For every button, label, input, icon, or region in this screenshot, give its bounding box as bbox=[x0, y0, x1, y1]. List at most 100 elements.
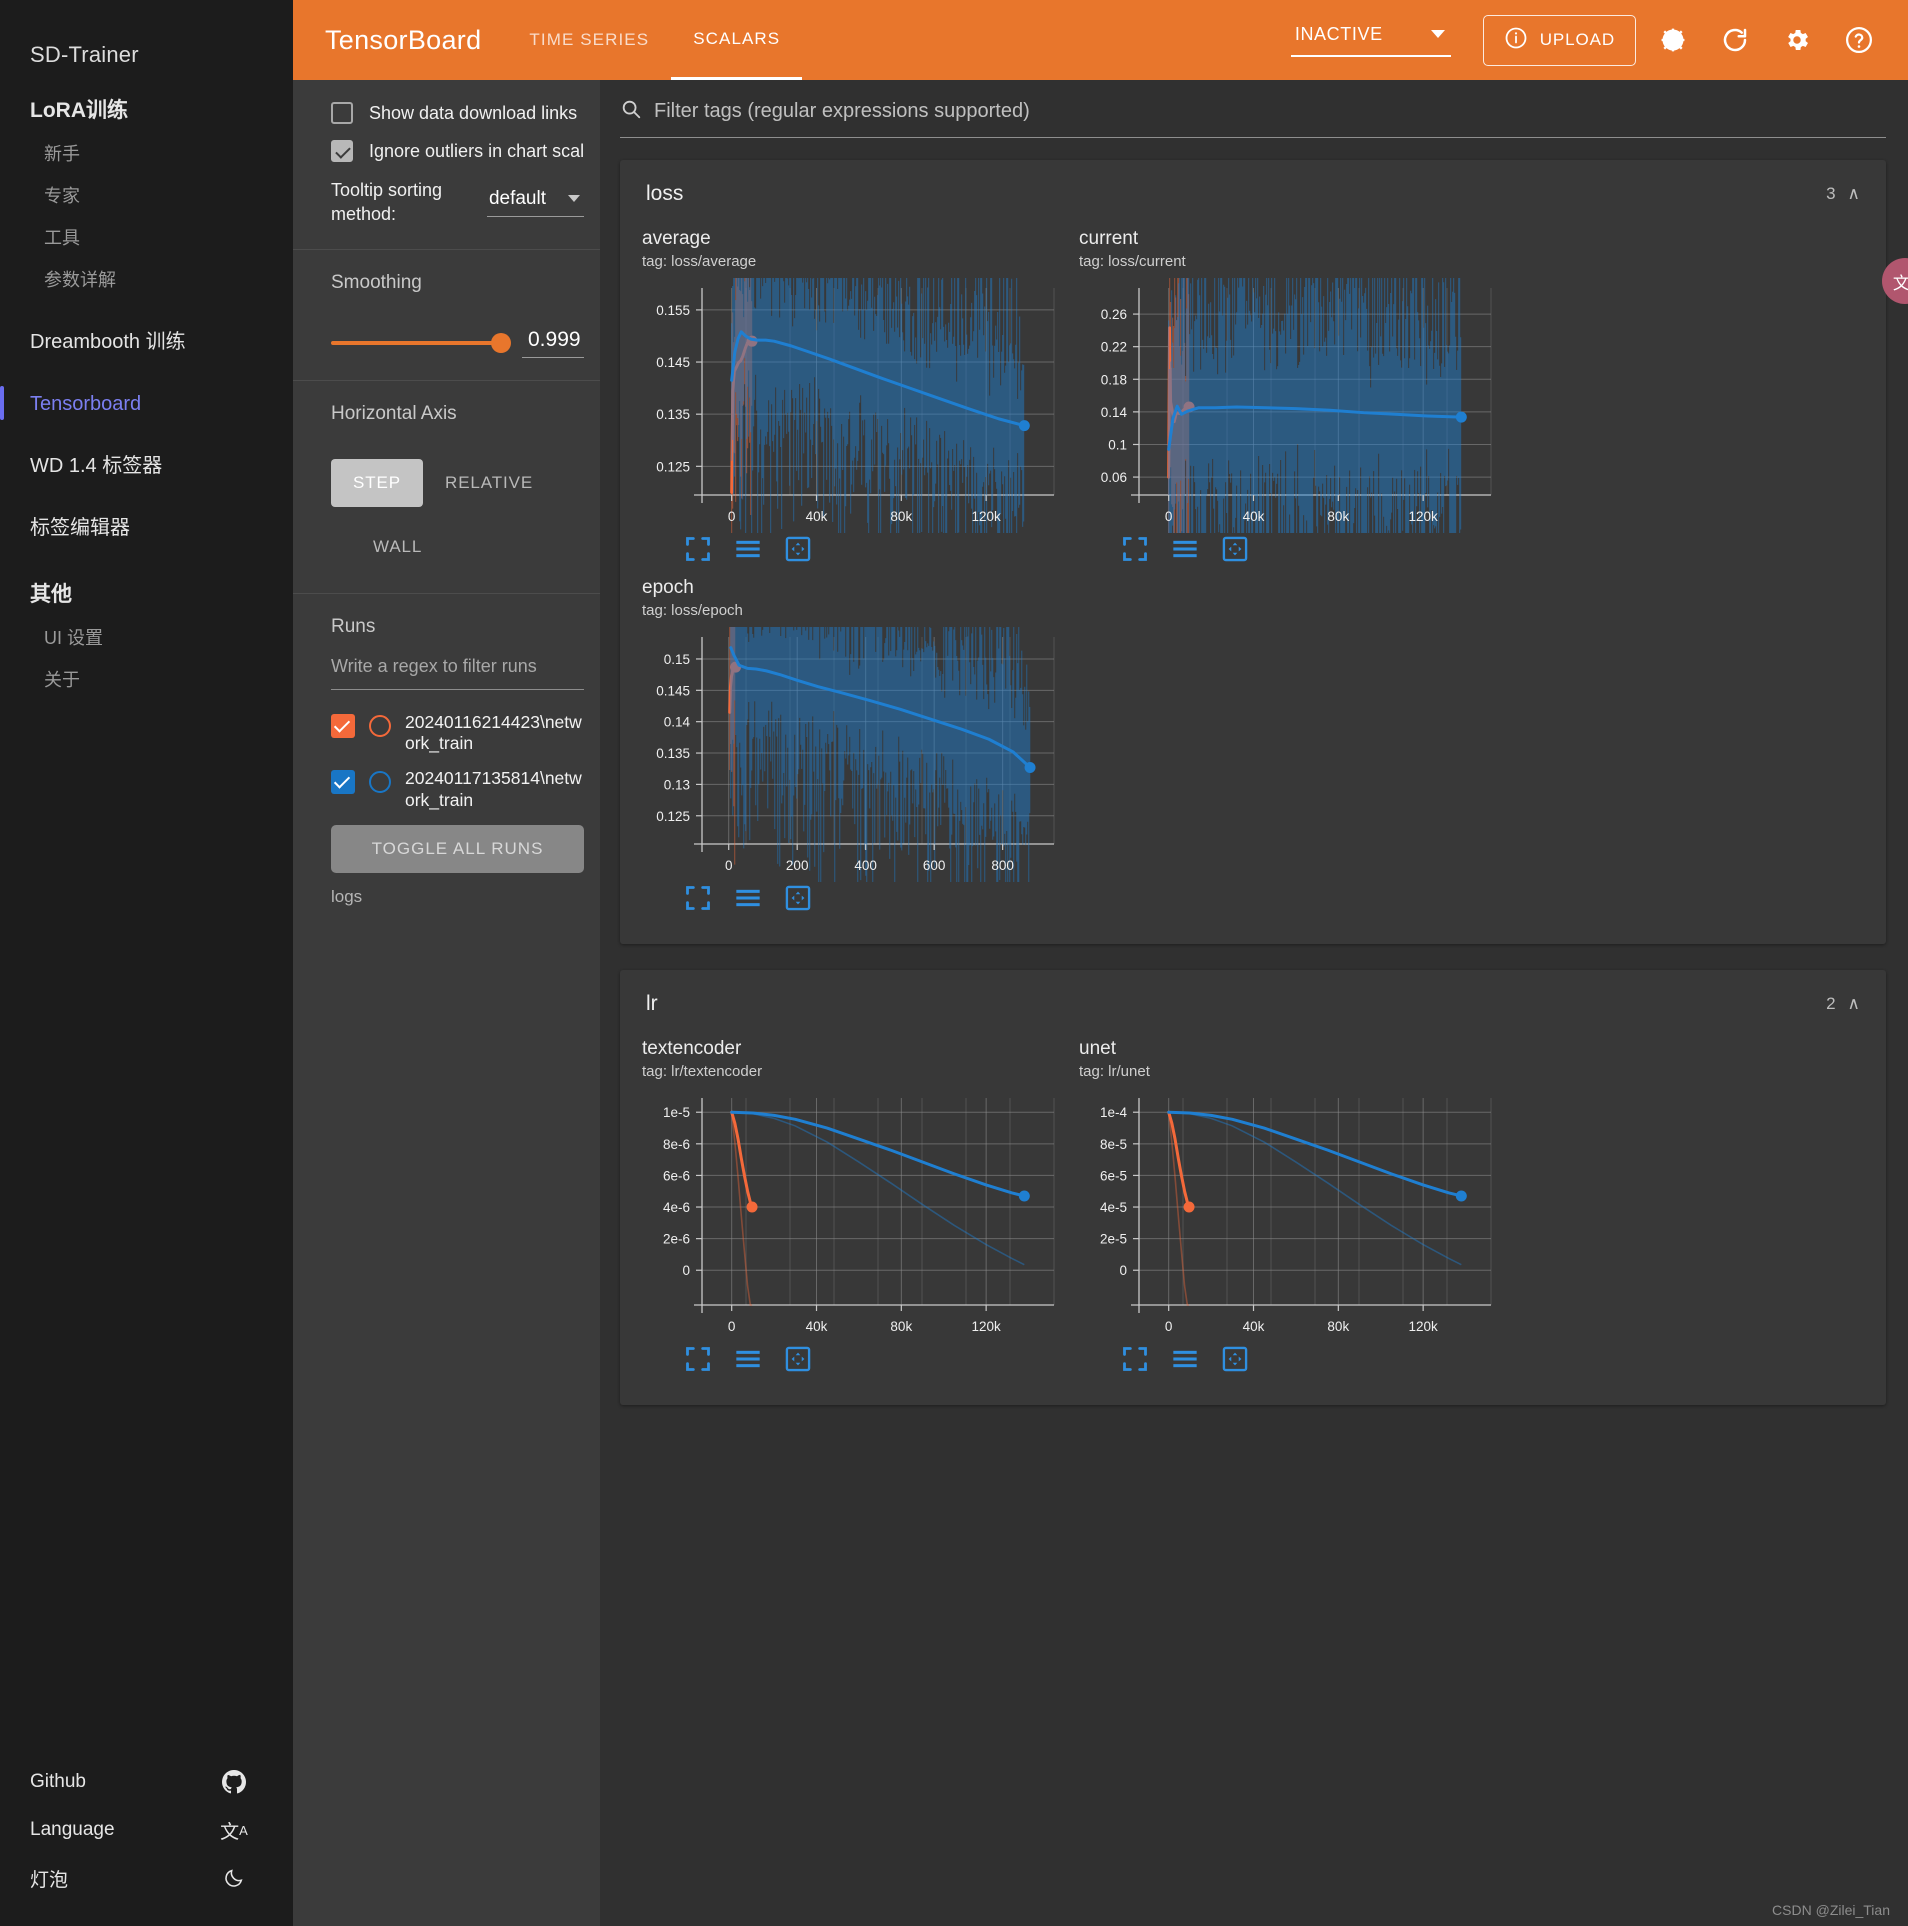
sidebar-group-lora: LoRA训练 bbox=[30, 99, 128, 122]
data-series-icon[interactable] bbox=[734, 1345, 762, 1373]
run-status-dropdown[interactable]: INACTIVE bbox=[1290, 23, 1451, 57]
help-icon[interactable] bbox=[1834, 15, 1884, 65]
show-download-links-row[interactable]: Show data download links bbox=[331, 102, 584, 124]
tab-time-series[interactable]: TIME SERIES bbox=[507, 0, 671, 80]
card-loss-title: loss bbox=[646, 182, 684, 205]
svg-text:80k: 80k bbox=[1327, 1319, 1349, 1334]
card-loss-meta: 3 ∧ bbox=[1826, 184, 1860, 204]
sidebar-item-ui-settings[interactable]: UI 设置 bbox=[0, 608, 293, 650]
card-loss-header[interactable]: loss 3 ∧ bbox=[620, 160, 1886, 228]
run-checkbox-1[interactable] bbox=[331, 770, 355, 795]
upload-button[interactable]: UPLOAD bbox=[1482, 14, 1636, 66]
axis-option-step[interactable]: STEP bbox=[331, 458, 424, 507]
svg-text:0.15: 0.15 bbox=[664, 652, 690, 667]
sidebar-group-other: 其他 bbox=[30, 583, 72, 606]
svg-text:600: 600 bbox=[923, 858, 946, 873]
svg-text:0: 0 bbox=[682, 1263, 690, 1278]
ignore-outliers-row[interactable]: Ignore outliers in chart scali bbox=[331, 140, 584, 162]
sidebar-item-about[interactable]: 关于 bbox=[0, 650, 293, 692]
run-color-dot-1[interactable] bbox=[369, 771, 391, 794]
sidebar-item-beginner[interactable]: 新手 bbox=[0, 124, 293, 166]
sidebar-item-github[interactable]: Github bbox=[0, 1758, 293, 1806]
tag-filter-input[interactable]: Filter tags (regular expressions support… bbox=[654, 100, 1030, 123]
svg-text:40k: 40k bbox=[1243, 1319, 1265, 1334]
sidebar-item-language[interactable]: Language 文A bbox=[0, 1806, 293, 1854]
sidebar-item-wd-tagger[interactable]: WD 1.4 标签器 bbox=[0, 454, 293, 478]
plot-canvas[interactable]: 0 2e-6 4e-6 6e-6 8e-6 1e-5 0 40k 80k 120k bbox=[642, 1088, 1062, 1343]
data-series-icon[interactable] bbox=[734, 535, 762, 563]
svg-text:0.155: 0.155 bbox=[656, 303, 690, 318]
ignore-outliers-checkbox[interactable] bbox=[331, 140, 353, 162]
expand-icon[interactable] bbox=[1121, 1345, 1149, 1373]
plot-toolbar bbox=[642, 1345, 1079, 1373]
svg-text:120k: 120k bbox=[972, 1319, 1002, 1334]
moon-icon bbox=[221, 1865, 247, 1891]
svg-text:6e-5: 6e-5 bbox=[1100, 1168, 1127, 1183]
toggle-all-runs-button[interactable]: TOGGLE ALL RUNS bbox=[331, 824, 584, 873]
expand-icon[interactable] bbox=[684, 1345, 712, 1373]
axis-option-relative[interactable]: RELATIVE bbox=[423, 459, 555, 507]
sidebar-github-label: Github bbox=[30, 1771, 86, 1792]
run-status-label: INACTIVE bbox=[1294, 23, 1383, 44]
sidebar-item-params[interactable]: 参数详解 bbox=[0, 250, 293, 292]
plot-loss-average: average tag: loss/average 0.125 0.135 0.14… bbox=[642, 228, 1079, 563]
tab-scalars[interactable]: SCALARS bbox=[671, 0, 803, 80]
reset-zoom-icon[interactable] bbox=[784, 1345, 812, 1373]
data-series-icon[interactable] bbox=[734, 884, 762, 912]
svg-text:8e-6: 8e-6 bbox=[663, 1136, 690, 1151]
sidebar-item-dreambooth[interactable]: Dreambooth 训练 bbox=[0, 330, 293, 354]
plot-canvas[interactable]: 0.125 0.135 0.145 0.155 0 40k 80k 120k bbox=[642, 277, 1062, 533]
gear-icon[interactable] bbox=[1772, 15, 1822, 65]
svg-text:80k: 80k bbox=[890, 1319, 912, 1334]
sidebar-item-expert[interactable]: 专家 bbox=[0, 166, 293, 208]
horizontal-axis-label: Horizontal Axis bbox=[331, 402, 457, 424]
tooltip-sorting-select[interactable]: default bbox=[486, 188, 584, 217]
reset-zoom-icon[interactable] bbox=[1221, 535, 1249, 563]
data-series-icon[interactable] bbox=[1171, 1345, 1199, 1373]
card-lr-header[interactable]: lr 2 ∧ bbox=[620, 970, 1886, 1038]
smoothing-slider[interactable] bbox=[331, 332, 511, 353]
chevron-up-icon[interactable]: ∧ bbox=[1848, 184, 1860, 204]
svg-text:0: 0 bbox=[728, 509, 736, 524]
svg-text:40k: 40k bbox=[806, 1319, 828, 1334]
tag-filter-bar[interactable]: Filter tags (regular expressions support… bbox=[620, 98, 1886, 138]
run-item-0[interactable]: 20240116214423\network_train bbox=[331, 712, 584, 755]
plot-title: epoch bbox=[642, 576, 694, 598]
runs-filter-input[interactable]: Write a regex to filter runs bbox=[331, 656, 584, 690]
svg-text:1e-4: 1e-4 bbox=[1100, 1105, 1128, 1120]
expand-icon[interactable] bbox=[1121, 535, 1149, 563]
show-download-links-checkbox[interactable] bbox=[331, 102, 353, 124]
card-loss-count: 3 bbox=[1826, 184, 1836, 203]
reset-zoom-icon[interactable] bbox=[784, 535, 812, 563]
run-item-1[interactable]: 20240117135814\network_train bbox=[331, 768, 584, 811]
run-checkbox-0[interactable] bbox=[331, 713, 355, 738]
plot-canvas[interactable]: 0.06 0.1 0.14 0.18 0.22 0.26 0 40k 80k 120k bbox=[1079, 277, 1499, 533]
axis-option-wall[interactable]: WALL bbox=[351, 523, 444, 571]
reset-zoom-icon[interactable] bbox=[784, 884, 812, 912]
data-series-icon[interactable] bbox=[1171, 535, 1199, 563]
plot-loss-current: current tag: loss/current 0.06 0.1 0.14 0.1… bbox=[1079, 228, 1516, 563]
brightness-icon[interactable] bbox=[1648, 15, 1698, 65]
plot-tag: tag: lr/textencoder bbox=[642, 1062, 763, 1080]
runs-label: Runs bbox=[331, 615, 376, 637]
refresh-icon[interactable] bbox=[1710, 15, 1760, 65]
sidebar-item-tensorboard[interactable]: Tensorboard bbox=[0, 386, 293, 420]
smoothing-slider-knob[interactable] bbox=[491, 332, 511, 353]
tensorboard-logo: TensorBoard bbox=[325, 24, 482, 55]
svg-text:0.26: 0.26 bbox=[1101, 307, 1127, 322]
run-color-dot-0[interactable] bbox=[369, 714, 391, 737]
sidebar-item-tag-editor[interactable]: 标签编辑器 bbox=[0, 516, 293, 540]
github-icon bbox=[221, 1769, 247, 1795]
sidebar-language-label: Language bbox=[30, 1819, 115, 1840]
smoothing-label: Smoothing bbox=[331, 271, 422, 293]
smoothing-value[interactable]: 0.999 bbox=[522, 328, 584, 358]
plot-canvas[interactable]: 0 2e-5 4e-5 6e-5 8e-5 1e-4 0 40k 80k 120k bbox=[1079, 1088, 1499, 1343]
sidebar-item-theme[interactable]: 灯泡 bbox=[0, 1854, 293, 1902]
expand-icon[interactable] bbox=[684, 884, 712, 912]
expand-icon[interactable] bbox=[684, 535, 712, 563]
chevron-up-icon[interactable]: ∧ bbox=[1848, 994, 1860, 1014]
sidebar-item-tools[interactable]: 工具 bbox=[0, 208, 293, 250]
plot-canvas[interactable]: 0.125 0.13 0.135 0.14 0.145 0.15 0 200 400 600 800 bbox=[642, 626, 1062, 882]
reset-zoom-icon[interactable] bbox=[1221, 1345, 1249, 1373]
svg-text:120k: 120k bbox=[1409, 509, 1439, 524]
